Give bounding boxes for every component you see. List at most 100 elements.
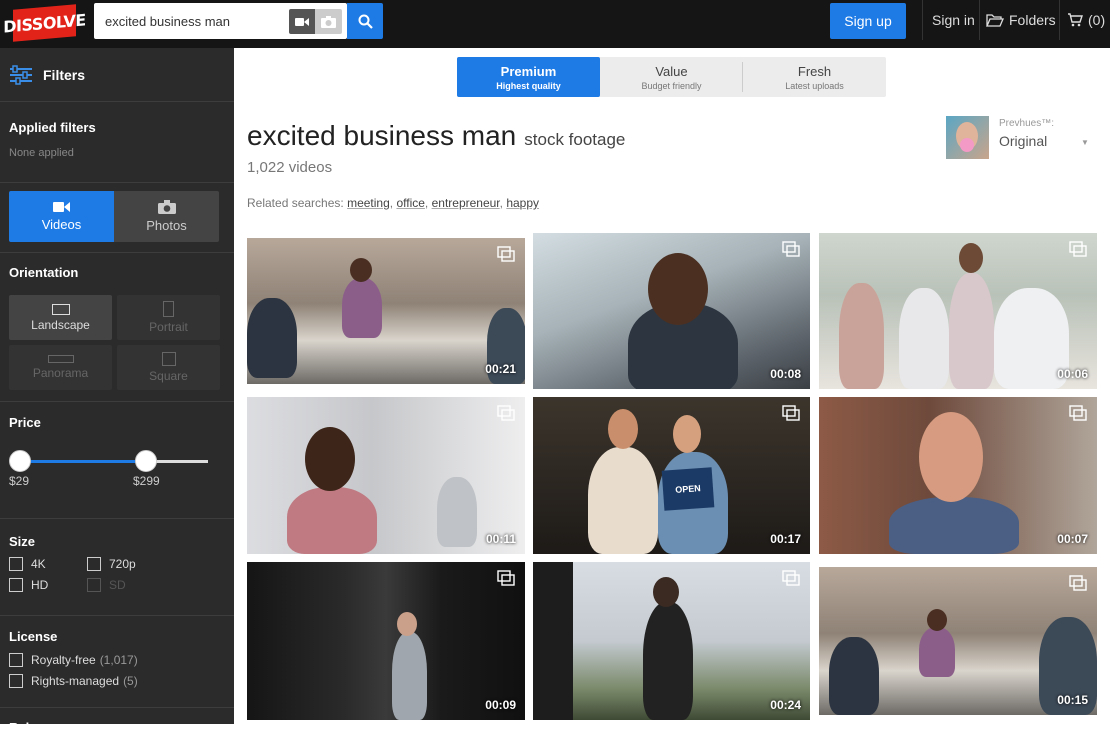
price-slider-range (20, 460, 146, 463)
related-link[interactable]: entrepreneur (432, 196, 500, 210)
square-icon (161, 352, 176, 366)
tab-value[interactable]: Value Budget friendly (600, 57, 743, 97)
clip-thumbnail[interactable]: 00:06 (819, 233, 1097, 389)
signin-link[interactable]: Sign in (932, 0, 975, 40)
search-input[interactable] (94, 3, 284, 39)
collection-icon[interactable] (782, 570, 800, 586)
videos-label: Videos (41, 217, 82, 232)
checkbox-box (9, 653, 23, 667)
sliders-icon (10, 64, 32, 85)
search-button[interactable] (347, 3, 383, 39)
person-shape (247, 298, 297, 378)
collection-icon[interactable] (497, 246, 515, 262)
signin-label: Sign in (932, 12, 975, 28)
clip-duration: 00:24 (770, 698, 801, 712)
person-shape (350, 258, 372, 282)
clip-thumbnail[interactable]: 00:08 (533, 233, 810, 389)
videos-toggle[interactable]: Videos (9, 191, 114, 242)
clip-thumbnail[interactable]: 00:15 (819, 567, 1097, 715)
portrait-label: Portrait (149, 320, 188, 334)
clip-thumbnail[interactable]: 00:09 (247, 562, 525, 720)
tab-fresh-sub: Latest uploads (785, 80, 844, 91)
clip-duration: 00:21 (485, 362, 516, 376)
orientation-section: Orientation Landscape Portrait Panorama … (0, 253, 234, 402)
window-frame (533, 562, 573, 720)
size-hd-label: HD (31, 578, 49, 592)
orientation-title: Orientation (9, 265, 79, 280)
release-title: Release (9, 720, 59, 735)
person-shape (949, 273, 994, 389)
person-shape (397, 612, 417, 636)
checkbox-box (9, 557, 23, 571)
size-720p-checkbox[interactable]: 720p (87, 557, 136, 571)
collection-icon[interactable] (497, 405, 515, 421)
price-max-handle[interactable] (134, 450, 157, 472)
collection-icon[interactable] (497, 570, 515, 586)
related-link[interactable]: meeting (347, 196, 390, 210)
person-shape (959, 243, 983, 273)
clip-thumbnail[interactable]: 00:11 (247, 397, 525, 554)
size-hd-checkbox[interactable]: HD (9, 578, 48, 592)
royalty-free-count: (1,017) (99, 653, 138, 667)
person-shape (839, 283, 884, 389)
person-shape (608, 409, 638, 449)
folders-link[interactable]: Folders (986, 0, 1056, 40)
video-camera-icon (295, 17, 309, 26)
filters-title: Filters (43, 66, 86, 83)
dissolve-logo[interactable]: DISSOLVE (3, 4, 86, 42)
orientation-square[interactable]: Square (117, 345, 220, 390)
royalty-free-checkbox[interactable]: Royalty-free (1,017) (9, 653, 138, 667)
collection-icon[interactable] (1069, 405, 1087, 421)
related-link[interactable]: office (396, 196, 424, 210)
person-shape (919, 627, 955, 677)
person-shape (653, 577, 679, 607)
orientation-panorama[interactable]: Panorama (9, 345, 112, 390)
search-type-photo-toggle[interactable] (315, 9, 342, 34)
search-icon (358, 14, 373, 29)
size-title: Size (9, 534, 36, 549)
clip-duration: 00:06 (1057, 367, 1088, 381)
person-shape (829, 637, 879, 715)
size-4k-checkbox[interactable]: 4K (9, 557, 46, 571)
tab-premium[interactable]: Premium Highest quality (457, 57, 600, 97)
page-title: excited business man stock footage (247, 120, 625, 152)
person-shape (927, 609, 947, 631)
cart-link[interactable]: (0) (1067, 0, 1105, 40)
clip-duration: 00:08 (770, 367, 801, 381)
tab-premium-label: Premium (500, 63, 557, 79)
rights-managed-label: Rights-managed (31, 674, 120, 688)
person-shape (342, 278, 382, 338)
license-section: License Royalty-free (1,017) Rights-manag… (0, 616, 234, 708)
prevhues-selector[interactable]: Prevhues™: Original ▼ (946, 116, 1096, 160)
collection-icon[interactable] (782, 405, 800, 421)
photo-camera-icon (321, 15, 336, 28)
clip-thumbnail[interactable]: OPEN 00:17 (533, 397, 810, 554)
bubblegum-shape (960, 138, 974, 152)
filters-header[interactable]: Filters (0, 48, 234, 102)
clip-thumbnail[interactable]: 00:07 (819, 397, 1097, 554)
orientation-portrait[interactable]: Portrait (117, 295, 220, 340)
size-sd-checkbox: SD (87, 578, 126, 592)
price-min-handle[interactable] (9, 450, 31, 472)
quality-tabs: Premium Highest quality Value Budget fri… (457, 57, 886, 97)
photo-camera-icon (157, 200, 176, 214)
prevhues-thumbnail (946, 116, 989, 159)
monitor-shape (437, 477, 477, 547)
collection-icon[interactable] (1069, 241, 1087, 257)
person-shape (392, 632, 427, 720)
rights-managed-checkbox[interactable]: Rights-managed (5) (9, 674, 138, 688)
square-label: Square (149, 369, 188, 383)
collection-icon[interactable] (782, 241, 800, 257)
related-link[interactable]: happy (506, 196, 539, 210)
photos-label: Photos (146, 218, 187, 233)
clip-thumbnail[interactable]: 00:21 (247, 238, 525, 384)
clip-thumbnail[interactable]: 00:24 (533, 562, 810, 720)
photos-toggle[interactable]: Photos (114, 191, 219, 242)
collection-icon[interactable] (1069, 575, 1087, 591)
signup-button[interactable]: Sign up (830, 3, 906, 39)
person-shape (673, 415, 701, 453)
tab-fresh[interactable]: Fresh Latest uploads (743, 57, 886, 97)
orientation-landscape[interactable]: Landscape (9, 295, 112, 340)
search-type-video-toggle[interactable] (289, 9, 315, 34)
release-section[interactable]: Release (0, 708, 234, 748)
